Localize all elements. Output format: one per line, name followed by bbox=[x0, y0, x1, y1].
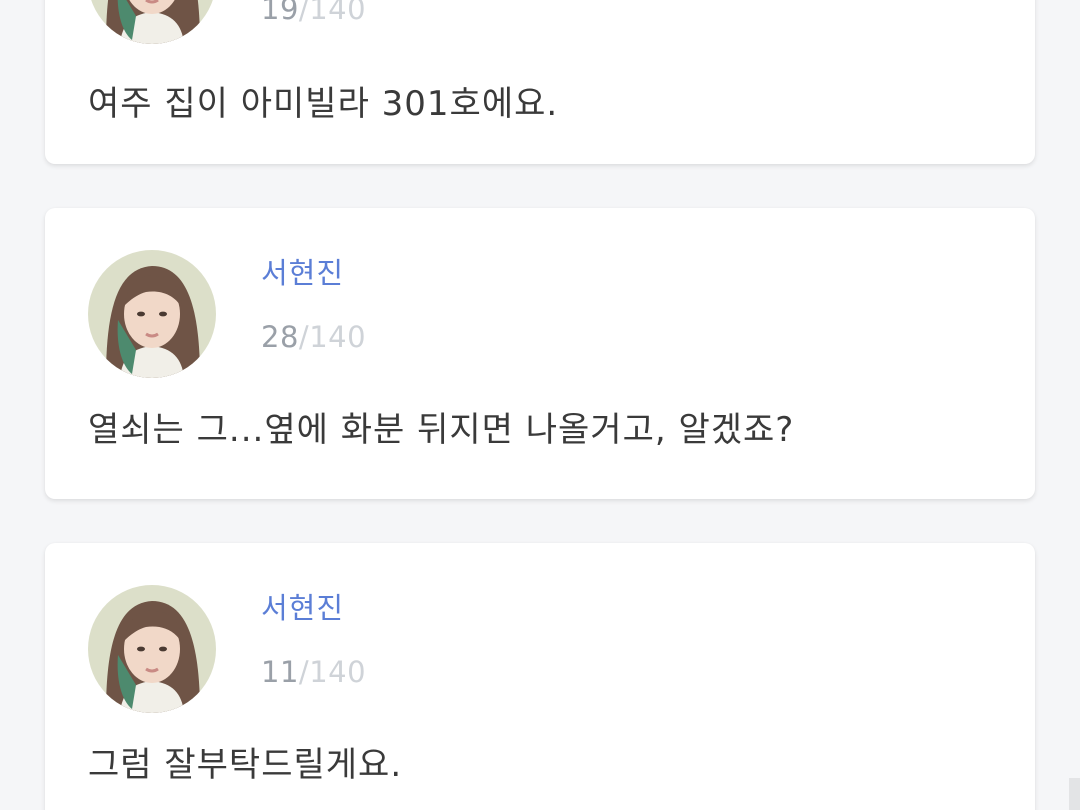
profile-avatar-icon bbox=[88, 585, 216, 713]
author-avatar[interactable] bbox=[88, 0, 216, 44]
char-count: 19 bbox=[261, 0, 299, 26]
char-separator: / bbox=[298, 320, 310, 354]
post-card: 서현진 11/140 그럼 잘부탁드릴게요. bbox=[45, 543, 1035, 810]
post-message: 그럼 잘부탁드릴게요. bbox=[88, 745, 403, 785]
post-message: 열쇠는 그...옆에 화분 뒤지면 나올거고, 알겠죠? bbox=[88, 410, 795, 450]
char-counter: 28/140 bbox=[261, 320, 366, 354]
char-counter: 11/140 bbox=[261, 655, 366, 689]
profile-avatar-icon bbox=[88, 250, 216, 378]
char-limit: 140 bbox=[309, 655, 367, 689]
post-feed: 19/140 여주 집이 아미빌라 301호에요. 서현진 28/140 열쇠는… bbox=[0, 0, 1080, 810]
char-separator: / bbox=[298, 655, 310, 689]
post-message: 여주 집이 아미빌라 301호에요. bbox=[88, 84, 559, 124]
post-card: 서현진 28/140 열쇠는 그...옆에 화분 뒤지면 나올거고, 알겠죠? bbox=[45, 208, 1035, 499]
char-limit: 140 bbox=[309, 320, 367, 354]
char-count: 11 bbox=[261, 655, 299, 689]
char-counter: 19/140 bbox=[261, 0, 366, 26]
author-name[interactable]: 서현진 bbox=[261, 585, 344, 627]
author-avatar[interactable] bbox=[88, 250, 216, 378]
char-count: 28 bbox=[261, 320, 299, 354]
char-separator: / bbox=[298, 0, 310, 26]
char-limit: 140 bbox=[309, 0, 367, 26]
author-avatar[interactable] bbox=[88, 585, 216, 713]
author-name[interactable]: 서현진 bbox=[261, 250, 344, 292]
post-card: 19/140 여주 집이 아미빌라 301호에요. bbox=[45, 0, 1035, 164]
scrollbar-thumb[interactable] bbox=[1069, 778, 1080, 810]
profile-avatar-icon bbox=[88, 0, 216, 44]
